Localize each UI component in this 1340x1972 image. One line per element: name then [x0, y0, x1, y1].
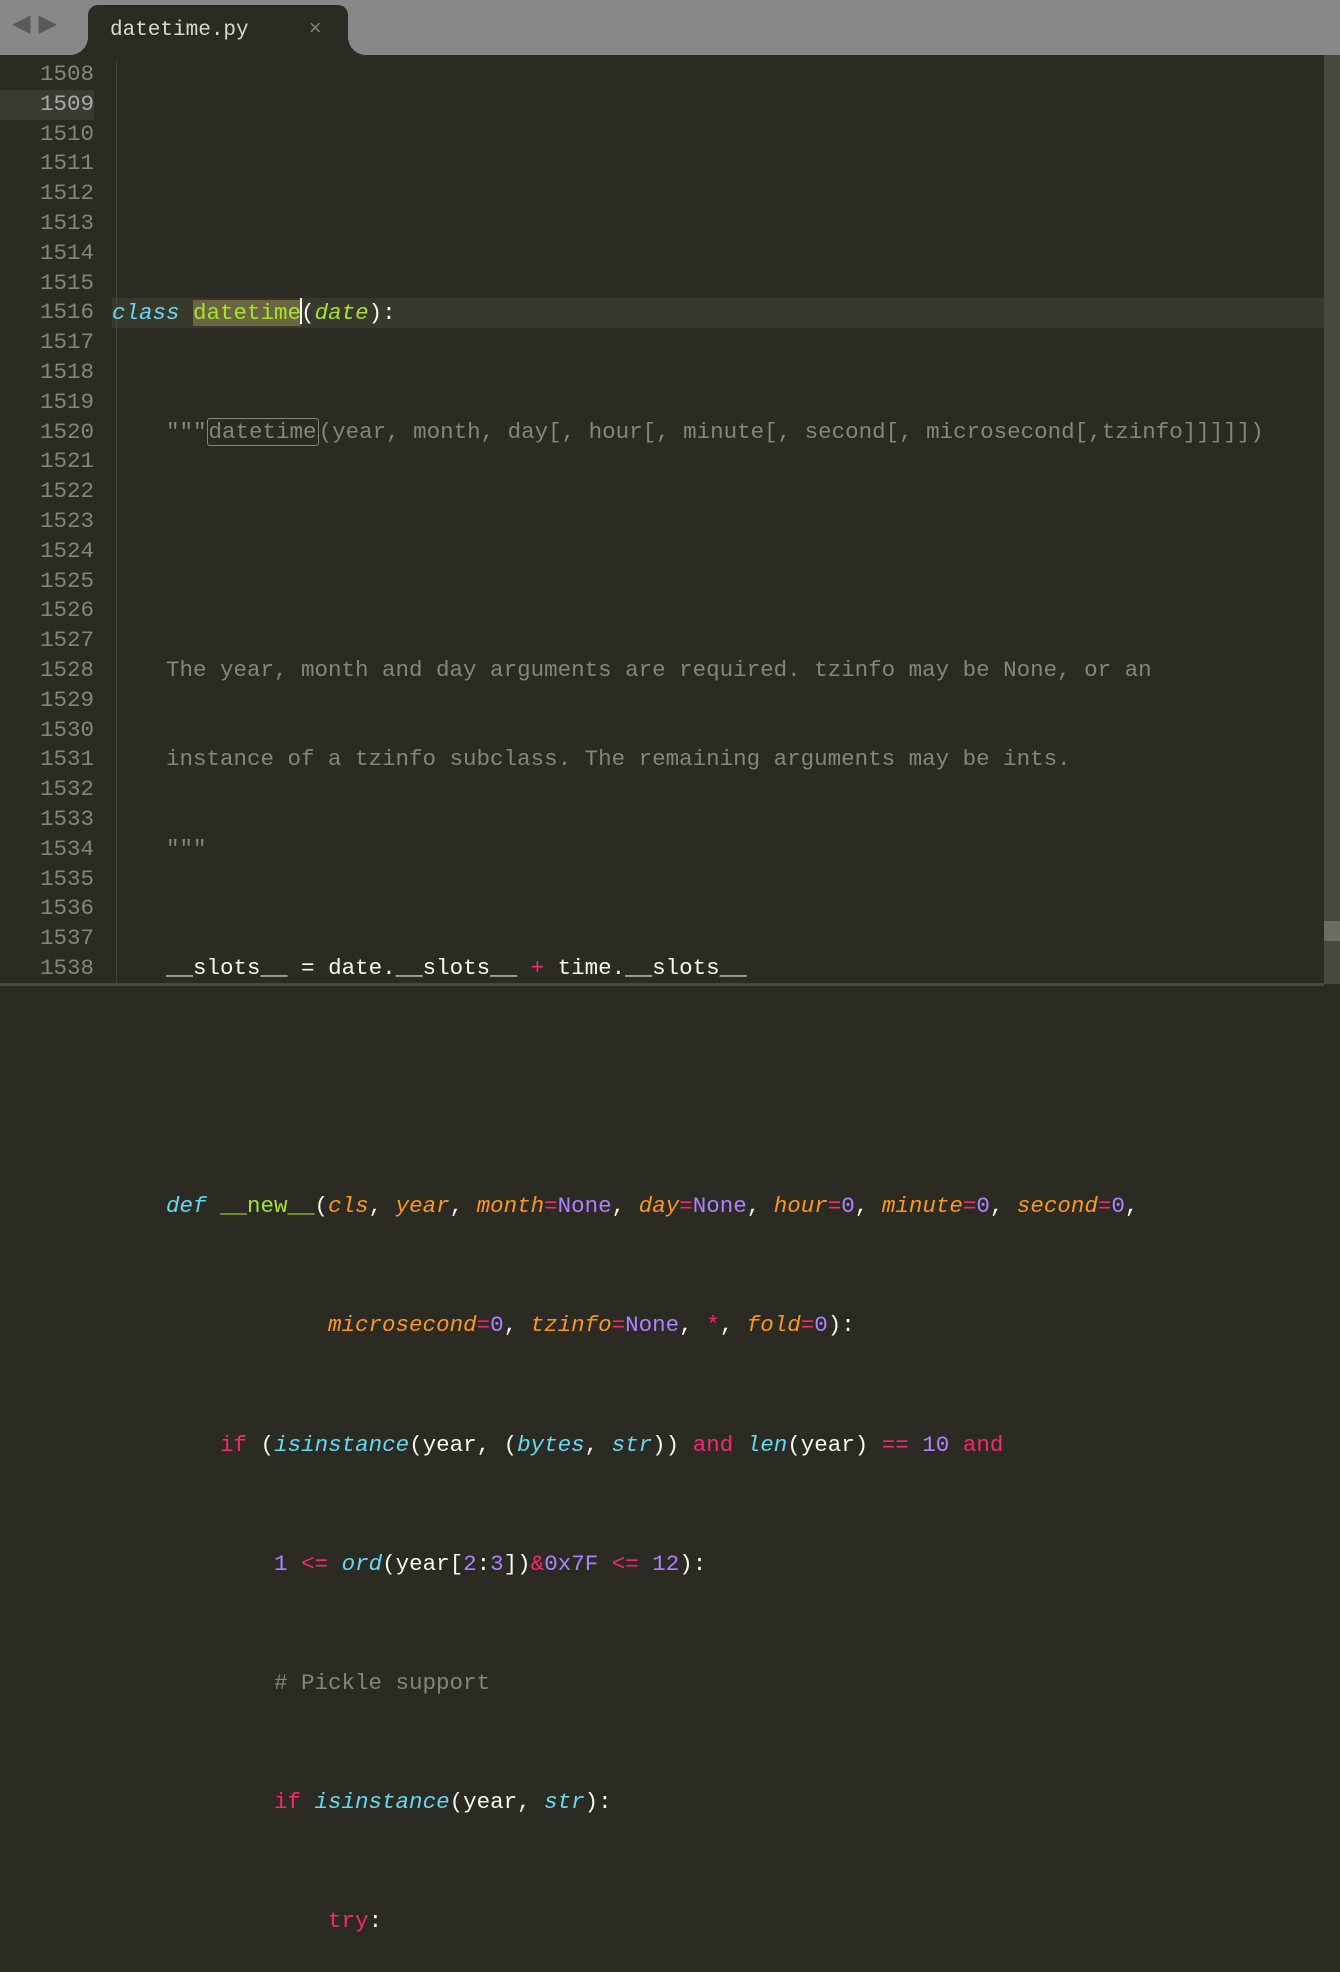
tab-bar: ◀ ▶ datetime.py × — [0, 0, 1340, 55]
vertical-scrollbar[interactable] — [1324, 55, 1340, 984]
line-number: 1538 — [0, 954, 94, 984]
line-number: 1526 — [0, 596, 94, 626]
line-number: 1519 — [0, 388, 94, 418]
line-number: 1522 — [0, 477, 94, 507]
tab-filename: datetime.py — [110, 19, 249, 42]
code-line — [112, 1073, 1340, 1103]
line-number: 1534 — [0, 835, 94, 865]
line-number: 1511 — [0, 149, 94, 179]
line-number-gutter: 1508150915101511151215131514151515161517… — [0, 55, 112, 984]
line-number: 1530 — [0, 716, 94, 746]
line-number: 1517 — [0, 328, 94, 358]
line-number: 1532 — [0, 775, 94, 805]
code-line: """datetime(year, month, day[, hour[, mi… — [112, 418, 1340, 448]
line-number: 1533 — [0, 805, 94, 835]
code-line: 1 <= ord(year[2:3])&0x7F <= 12): — [112, 1550, 1340, 1580]
code-line: microsecond=0, tzinfo=None, *, fold=0): — [112, 1311, 1340, 1341]
line-number: 1527 — [0, 626, 94, 656]
line-number: 1528 — [0, 656, 94, 686]
line-number: 1515 — [0, 269, 94, 299]
code-line: if isinstance(year, str): — [112, 1788, 1340, 1818]
code-line: """ — [112, 835, 1340, 865]
nav-forward-icon[interactable]: ▶ — [38, 14, 56, 38]
line-number: 1537 — [0, 924, 94, 954]
nav-arrows: ◀ ▶ — [12, 14, 57, 38]
line-number: 1510 — [0, 120, 94, 150]
line-number: 1535 — [0, 865, 94, 895]
line-number: 1516 — [0, 298, 94, 328]
file-tab[interactable]: datetime.py × — [88, 5, 348, 55]
line-number: 1514 — [0, 239, 94, 269]
code-line: try: — [112, 1907, 1340, 1937]
line-number: 1523 — [0, 507, 94, 537]
line-number: 1524 — [0, 537, 94, 567]
line-number: 1513 — [0, 209, 94, 239]
code-line: # Pickle support — [112, 1669, 1340, 1699]
code-line: instance of a tzinfo subclass. The remai… — [112, 745, 1340, 775]
line-number: 1536 — [0, 894, 94, 924]
editor[interactable]: 1508150915101511151215131514151515161517… — [0, 55, 1340, 984]
nav-back-icon[interactable]: ◀ — [12, 14, 30, 38]
code-area[interactable]: class datetime(date): """datetime(year, … — [112, 55, 1340, 984]
line-number: 1520 — [0, 418, 94, 448]
code-line: if (isinstance(year, (bytes, str)) and l… — [112, 1431, 1340, 1461]
line-number: 1525 — [0, 567, 94, 597]
close-icon[interactable]: × — [309, 19, 322, 41]
line-number: 1518 — [0, 358, 94, 388]
scroll-thumb[interactable] — [1324, 921, 1340, 941]
code-line: The year, month and day arguments are re… — [112, 656, 1340, 686]
code-line — [112, 179, 1340, 209]
line-number: 1509 — [0, 90, 94, 120]
line-number: 1531 — [0, 745, 94, 775]
line-number: 1521 — [0, 447, 94, 477]
line-number: 1508 — [0, 60, 94, 90]
code-line: def __new__(cls, year, month=None, day=N… — [112, 1192, 1340, 1222]
code-line: class datetime(date): — [112, 298, 1340, 328]
code-line: __slots__ = date.__slots__ + time.__slot… — [112, 954, 1340, 984]
code-line — [112, 537, 1340, 567]
line-number: 1512 — [0, 179, 94, 209]
line-number: 1529 — [0, 686, 94, 716]
